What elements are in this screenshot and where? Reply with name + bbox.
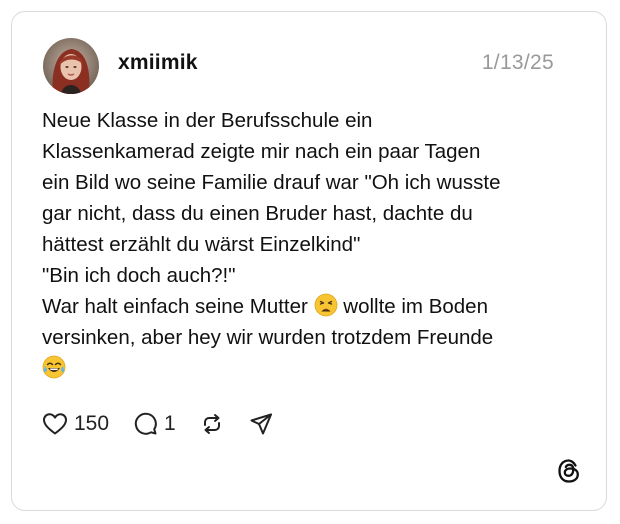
post-text-line: hättest erzählt du wärst Einzelkind" (42, 233, 361, 256)
post-text: Neue Klasse in der Berufsschule ein Klas… (42, 105, 582, 384)
post-text-line: "Bin ich doch auch?!" (42, 264, 236, 287)
post-text-line: gar nicht, dass du einen Bruder hast, da… (42, 202, 473, 225)
post-actions: 150 1 (42, 410, 273, 438)
reply-button[interactable]: 1 (134, 412, 176, 436)
reply-count: 1 (164, 412, 176, 435)
post-text-line: ein Bild wo seine Familie drauf war "Oh … (42, 171, 501, 194)
post-text-line: versinken, aber hey wir wurden trotzdem … (42, 326, 494, 349)
avatar[interactable] (43, 38, 99, 94)
comment-icon (134, 412, 157, 435)
weary-face-emoji (314, 293, 337, 317)
repost-icon (203, 414, 220, 434)
share-icon (250, 413, 272, 435)
repost-button[interactable] (200, 412, 224, 436)
post-text-line: Neue Klasse in der Berufsschule ein (42, 109, 373, 132)
like-button[interactable]: 150 (42, 412, 109, 436)
post-text-line-with-emoji: War halt einfach seine Mutter wollte im … (42, 291, 582, 322)
post-text-fragment: War halt einfach seine Mutter (42, 295, 308, 318)
post-text-line: Klassenkamerad zeigte mir nach ein paar … (42, 140, 481, 163)
post-card: xmiimik 1/13/25 Neue Klasse in der Beruf… (11, 11, 607, 511)
post-date: 1/13/25 (481, 51, 554, 74)
post-text-fragment: wollte im Boden (343, 295, 488, 318)
like-count: 150 (74, 412, 110, 435)
threads-logo-icon[interactable] (556, 458, 582, 484)
tears-of-joy-emoji (42, 355, 66, 379)
share-button[interactable] (249, 412, 273, 436)
username[interactable]: xmiimik (118, 51, 198, 75)
heart-icon (43, 413, 67, 435)
avatar-photo (43, 38, 99, 94)
post-text-line-emoji (42, 353, 582, 384)
